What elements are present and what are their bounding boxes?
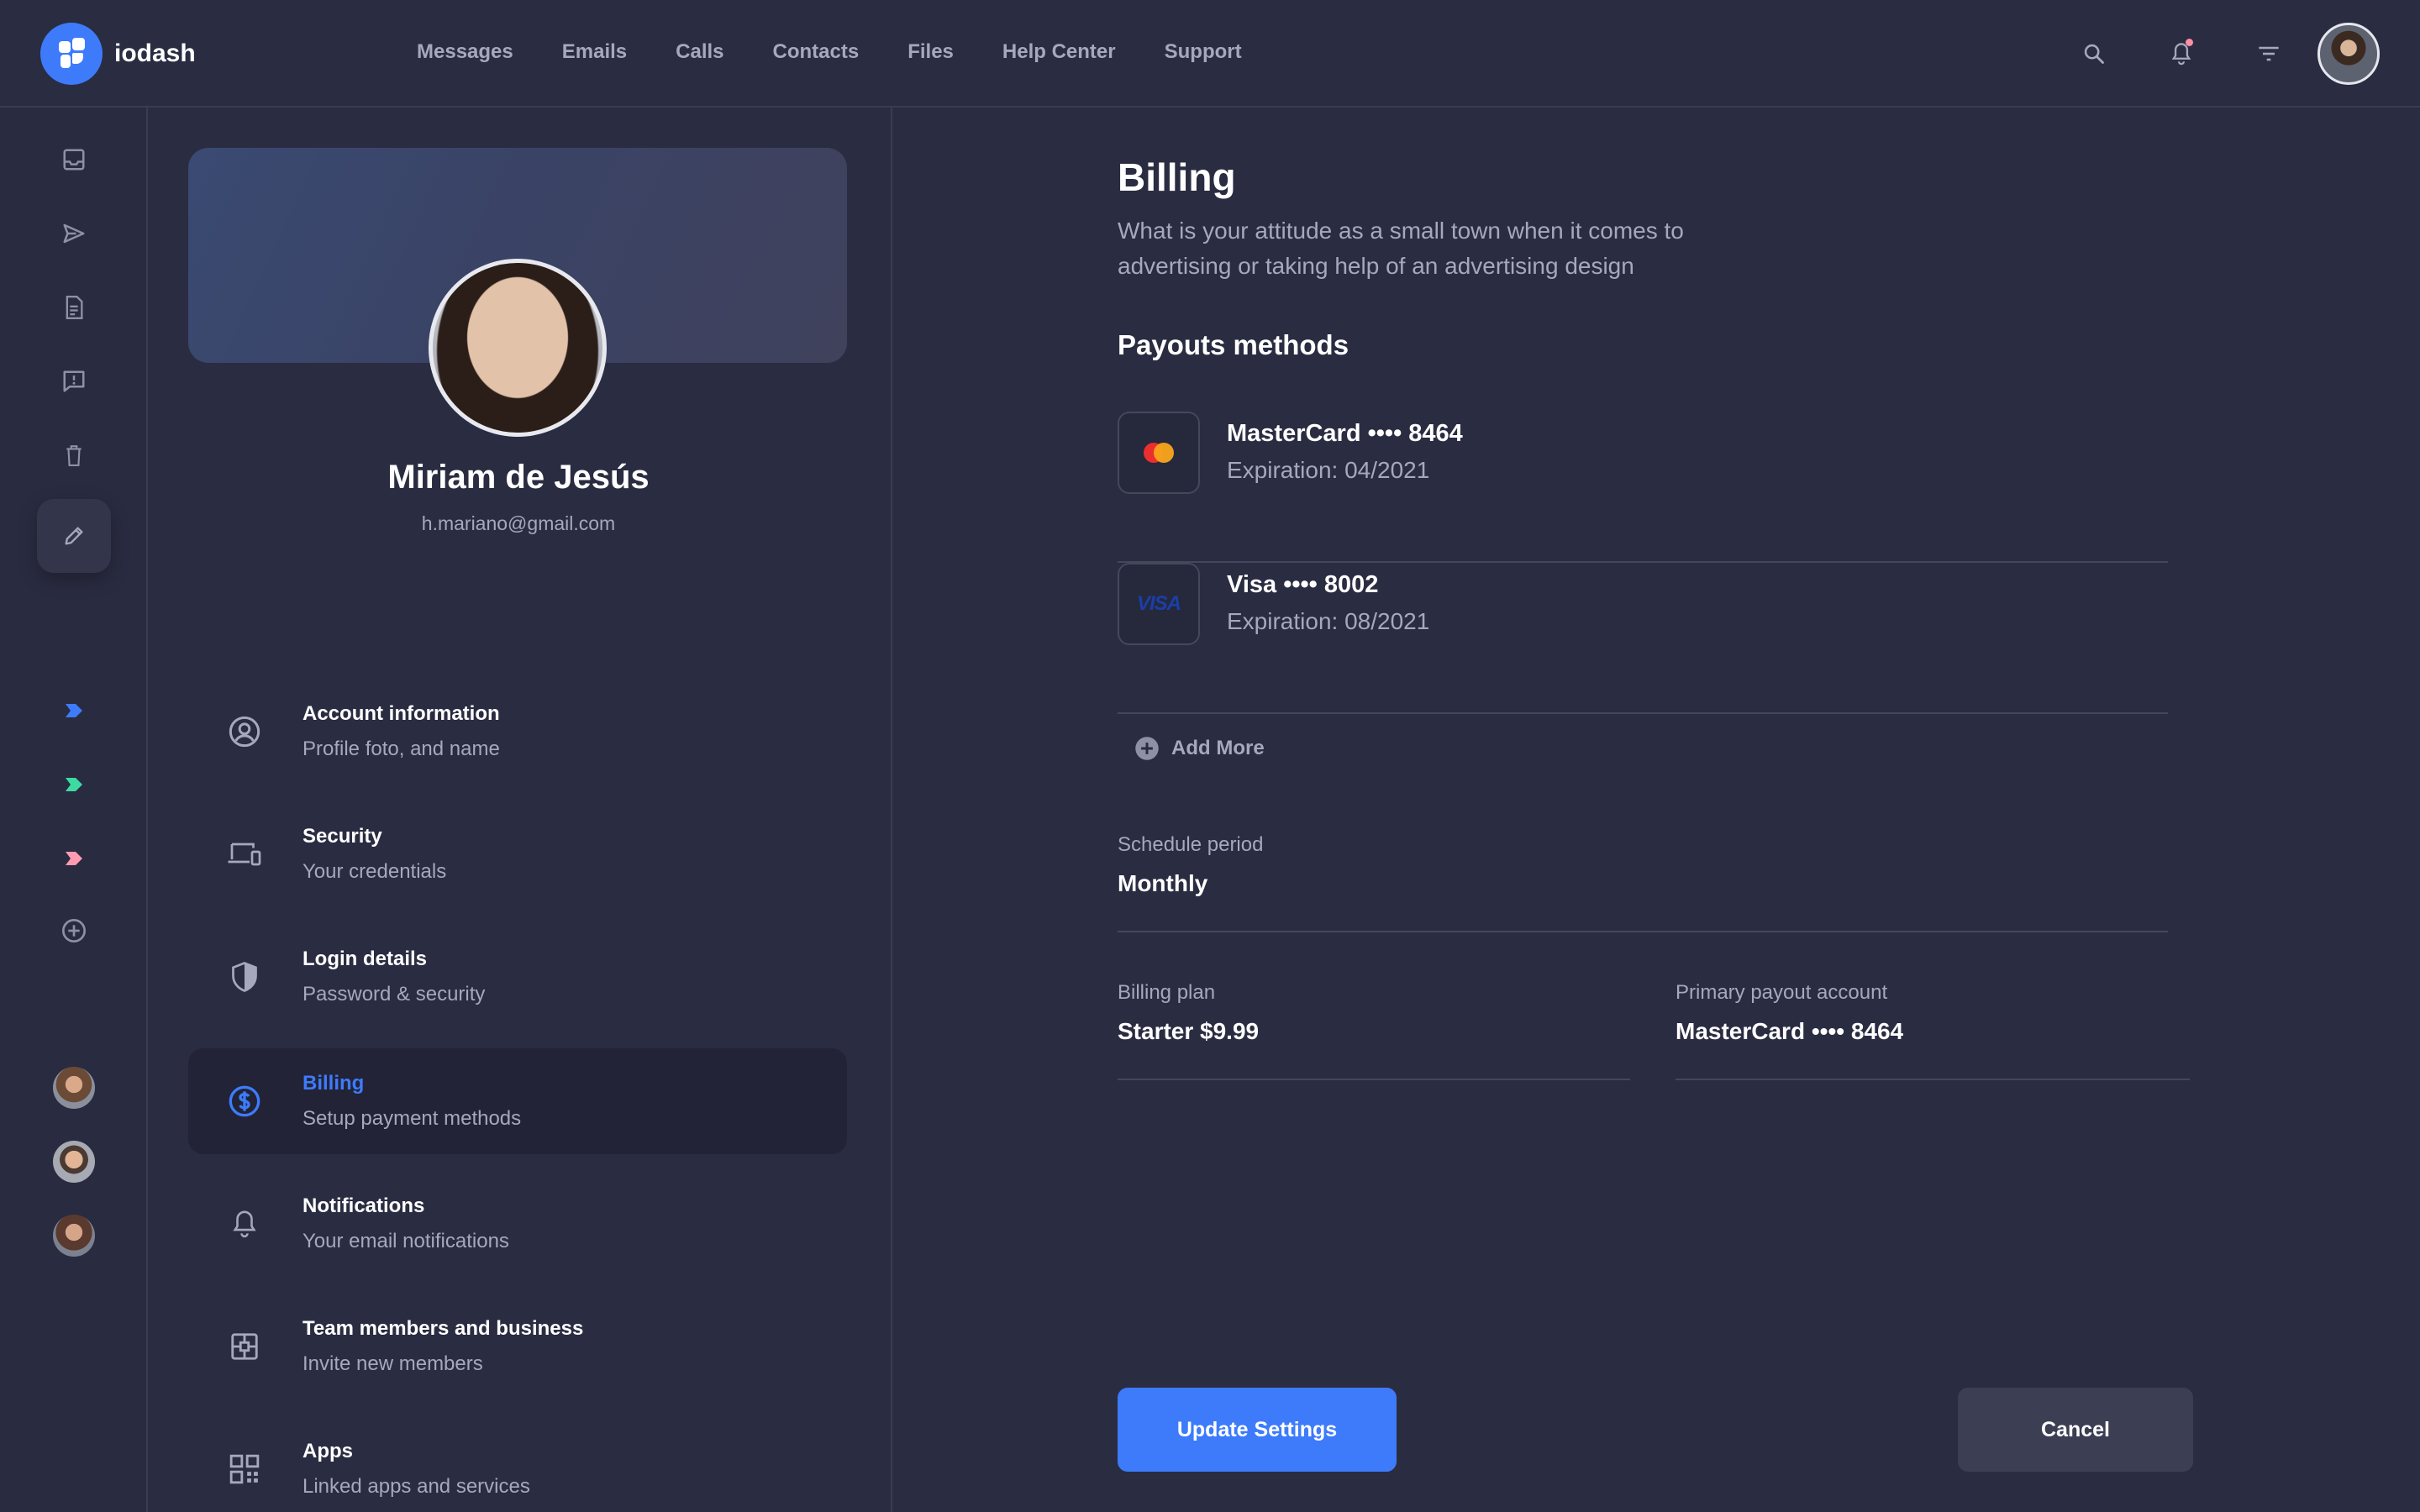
payout-account-field[interactable]: Primary payout account MasterCard •••• 8… [1676,981,2190,1080]
profile-avatar[interactable] [429,259,607,437]
menu-subtitle: Your email notifications [302,1230,509,1252]
profile-panel: Miriam de Jesús h.mariano@gmail.com Acco… [148,108,892,1512]
menu-subtitle: Profile foto, and name [302,738,500,760]
field-value: Monthly [1118,870,1208,896]
menu-subtitle: Your credentials [302,860,447,883]
visa-logo-text: VISA [1136,592,1181,615]
payout-card-mastercard[interactable]: MasterCard •••• 8464 Expiration: 04/2021 [1118,412,2168,563]
menu-title: Billing [302,1072,365,1095]
shield-icon [227,959,262,995]
nav-files[interactable]: Files [908,40,954,64]
billing-plan-field[interactable]: Billing plan Starter $9.99 [1118,981,1630,1080]
field-value: Starter $9.99 [1118,1018,1260,1044]
trash-icon[interactable] [57,438,91,472]
document-icon[interactable] [57,291,91,324]
bell-icon [227,1206,262,1242]
pencil-icon[interactable] [57,519,91,553]
page-title: Billing [1118,155,1236,199]
card-expiration: Expiration: 08/2021 [1227,608,1430,634]
app-logo[interactable]: iodash [40,23,196,85]
menu-title: Account information [302,702,500,725]
field-label: Billing plan [1118,981,1216,1004]
green-label-icon[interactable] [57,768,91,801]
nav-messages[interactable]: Messages [417,40,513,64]
menu-subtitle: Setup payment methods [302,1107,522,1130]
app-name: iodash [114,39,196,67]
filter-icon[interactable] [2252,37,2286,71]
user-circle-icon [227,714,262,749]
field-label: Schedule period [1118,833,1264,856]
pink-label-icon[interactable] [57,842,91,875]
nav-support[interactable]: Support [1165,40,1242,64]
profile-name: Miriam de Jesús [387,459,650,496]
card-name: MasterCard •••• 8464 [1227,420,1463,447]
update-settings-button[interactable]: Update Settings [1118,1388,1397,1472]
search-icon[interactable] [2077,37,2111,71]
menu-login-details[interactable]: Login details Password & security [188,924,847,1030]
left-rail [0,108,148,1512]
menu-title: Apps [302,1440,353,1462]
contact-avatar[interactable] [53,1141,95,1183]
menu-title: Login details [302,948,428,970]
main-nav: Messages Emails Calls Contacts Files Hel… [417,40,1291,64]
dollar-circle-icon [227,1084,262,1119]
contact-avatar[interactable] [53,1067,95,1109]
add-circle-icon [1135,737,1159,760]
contact-avatar[interactable] [53,1215,95,1257]
mastercard-logo [1118,412,1200,494]
team-icon [227,1329,262,1364]
section-title: Payouts methods [1118,329,1349,360]
card-expiration: Expiration: 04/2021 [1227,457,1430,483]
menu-apps[interactable]: Apps Linked apps and services [188,1416,847,1512]
nav-emails[interactable]: Emails [562,40,627,64]
card-name: Visa •••• 8002 [1227,571,1379,598]
billing-panel: Billing What is your attitude as a small… [894,108,2420,1512]
cancel-button[interactable]: Cancel [1958,1388,2193,1472]
add-more-label: Add More [1171,737,1265,759]
menu-subtitle: Password & security [302,983,486,1005]
menu-security[interactable]: Security Your credentials [188,801,847,907]
nav-help-center[interactable]: Help Center [1002,40,1116,64]
top-bar: iodash Messages Emails Calls Contacts Fi… [0,0,2420,108]
menu-notifications[interactable]: Notifications Your email notifications [188,1171,847,1277]
menu-title: Team members and business [302,1317,584,1340]
inbox-icon[interactable] [57,143,91,176]
menu-subtitle: Invite new members [302,1352,483,1375]
nav-contacts[interactable]: Contacts [773,40,860,64]
add-circle-icon[interactable] [57,914,91,948]
menu-team-members[interactable]: Team members and business Invite new mem… [188,1294,847,1399]
field-label: Primary payout account [1676,981,1888,1004]
report-icon[interactable] [57,365,91,398]
menu-subtitle: Linked apps and services [302,1475,530,1498]
send-icon[interactable] [57,217,91,250]
menu-billing[interactable]: Billing Setup payment methods [188,1048,847,1154]
page-description: What is your attitude as a small town wh… [1118,218,1684,279]
payout-card-visa[interactable]: VISA Visa •••• 8002 Expiration: 08/2021 [1118,563,2168,714]
menu-title: Notifications [302,1194,425,1217]
field-value: MasterCard •••• 8464 [1676,1018,1904,1044]
logo-icon [40,23,103,85]
schedule-period-field[interactable]: Schedule period Monthly [1118,833,2168,932]
user-avatar[interactable] [2317,23,2380,85]
add-more-button[interactable]: Add More [1134,736,1265,761]
menu-account-information[interactable]: Account information Profile foto, and na… [188,679,847,785]
notification-dot [2186,39,2193,46]
visa-logo: VISA [1118,563,1200,645]
profile-email: h.mariano@gmail.com [421,512,616,534]
blue-label-icon[interactable] [57,694,91,727]
bell-icon[interactable] [2165,37,2198,71]
menu-title: Security [302,825,382,848]
qr-code-icon [227,1452,262,1487]
nav-calls[interactable]: Calls [676,40,723,64]
devices-icon [227,837,262,872]
